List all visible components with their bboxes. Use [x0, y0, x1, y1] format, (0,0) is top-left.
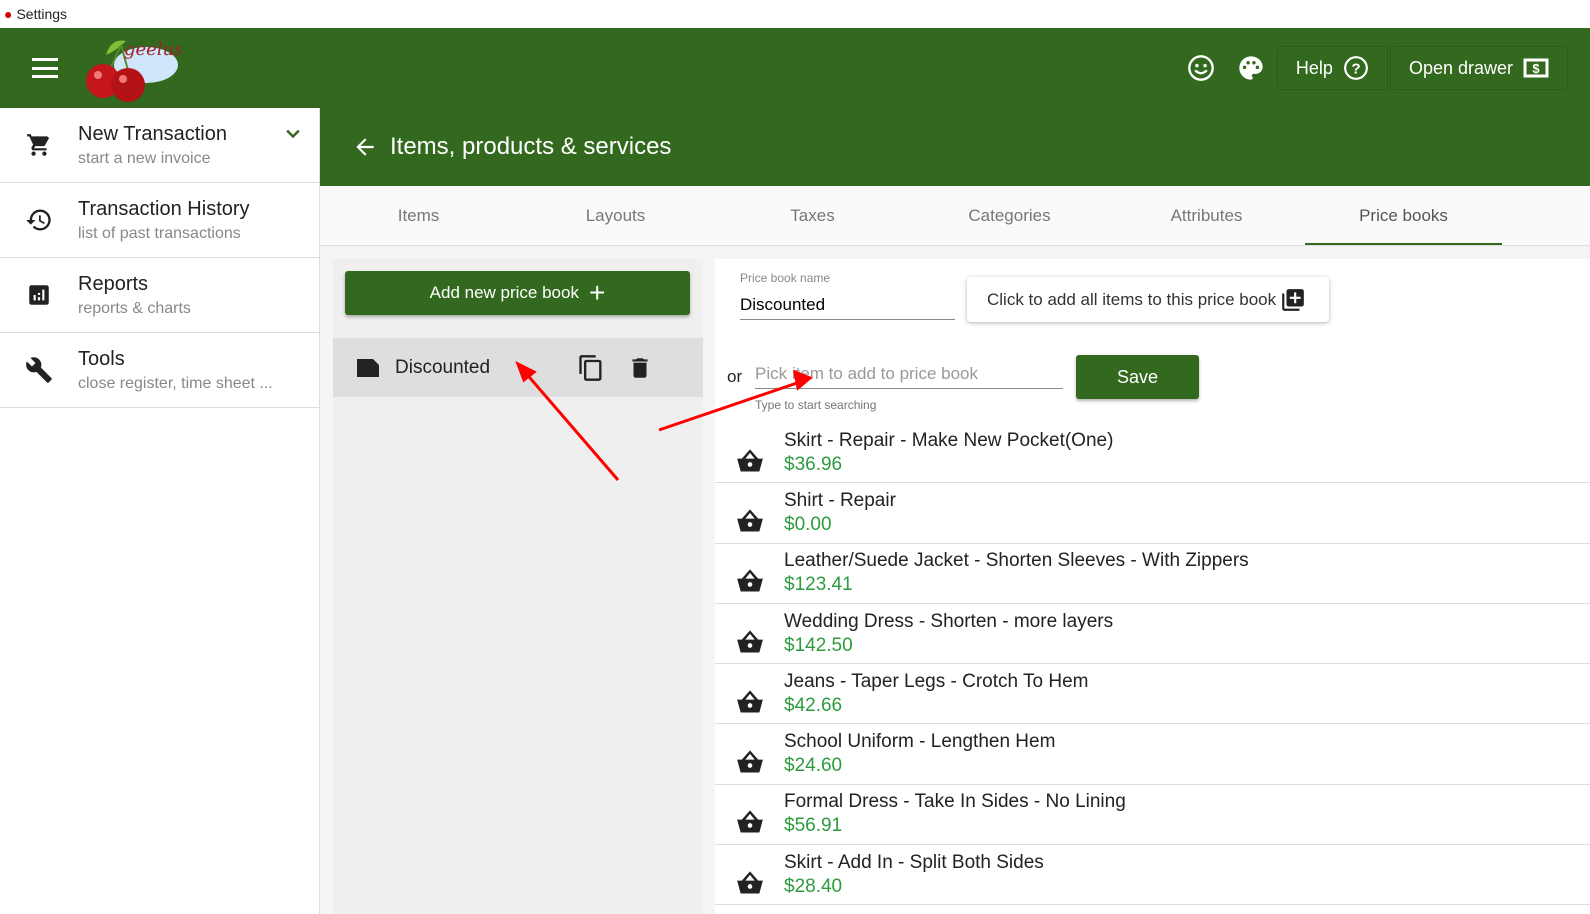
sidebar-item-transaction-history[interactable]: Transaction History list of past transact… — [0, 183, 319, 258]
palette-icon[interactable] — [1227, 46, 1275, 90]
sidebar-item-title: Transaction History — [78, 197, 250, 220]
add-all-items-button[interactable]: Click to add all items to this price boo… — [967, 277, 1329, 322]
top-bar: geelus Help? Open drawer $ — [0, 28, 1590, 108]
price-book-list-panel: Add new price book + Discounted — [333, 259, 703, 914]
sidebar-item-subtitle: list of past transactions — [78, 224, 241, 242]
tab-layouts[interactable]: Layouts — [517, 186, 714, 245]
pick-item-hint: Type to start searching — [755, 398, 877, 412]
item-name: Skirt - Add In - Split Both Sides — [784, 851, 1044, 873]
basket-icon — [715, 492, 784, 534]
price-book-editor: Price book name Click to add all items t… — [715, 259, 1590, 914]
sidebar-item-title: New Transaction — [78, 122, 227, 145]
price-book-name: Discounted — [395, 356, 491, 378]
sidebar-item-tools[interactable]: Tools close register, time sheet ... — [0, 333, 319, 408]
sidebar-item-subtitle: start a new invoice — [78, 149, 211, 167]
list-item[interactable]: Skirt - Repair - Make New Pocket(One) $36… — [715, 423, 1590, 484]
open-drawer-button[interactable]: Open drawer $ — [1389, 46, 1568, 90]
svg-text:$: $ — [1532, 61, 1540, 76]
open-drawer-label: Open drawer — [1408, 57, 1513, 78]
basket-icon — [715, 613, 784, 655]
plus-icon: + — [588, 277, 606, 308]
item-price: $0.00 — [784, 513, 832, 535]
item-name: Shirt - Repair — [784, 489, 896, 511]
item-price: $24.60 — [784, 755, 843, 777]
basket-icon — [715, 673, 784, 715]
item-price: $123.41 — [784, 574, 853, 596]
history-icon — [0, 206, 78, 234]
add-all-label: Click to add all items to this price boo… — [987, 289, 1277, 309]
help-button[interactable]: Help? — [1276, 46, 1388, 90]
sidebar-item-new-transaction[interactable]: New Transaction start a new invoice — [0, 108, 319, 183]
sidebar-item-title: Tools — [78, 347, 125, 370]
basket-icon — [715, 432, 784, 474]
label-icon — [357, 358, 379, 377]
sidebar-item-title: Reports — [78, 272, 149, 295]
page-title: Items, products & services — [390, 133, 672, 160]
price-book-item[interactable]: Discounted — [333, 338, 703, 397]
title-bar: ● Settings — [0, 0, 1590, 28]
list-item[interactable]: Skirt - Add In - Split Both Sides $28.40 — [715, 845, 1590, 906]
sidebar: New Transaction start a new invoice Trans… — [0, 108, 320, 914]
copy-icon[interactable] — [577, 354, 605, 382]
item-name: Wedding Dress - Shorten - more layers — [784, 610, 1114, 632]
list-item[interactable]: Leather/Suede Jacket - Shorten Sleeves -… — [715, 544, 1590, 604]
tab-items[interactable]: Items — [320, 186, 517, 245]
basket-icon — [715, 552, 784, 594]
svg-text:?: ? — [1351, 60, 1360, 77]
or-label: or — [727, 367, 743, 386]
menu-icon[interactable] — [32, 58, 58, 78]
price-book-name-label: Price book name — [740, 271, 831, 285]
tab-price-books[interactable]: Price books — [1305, 186, 1502, 245]
item-list: Skirt - Repair - Make New Pocket(One) $36… — [715, 423, 1590, 906]
add-price-book-button[interactable]: Add new price book + — [345, 271, 690, 315]
basket-icon — [715, 793, 784, 835]
cart-icon — [0, 132, 78, 158]
item-price: $142.50 — [784, 634, 853, 656]
list-item[interactable]: Formal Dress - Take In Sides - No Lining… — [715, 785, 1590, 846]
content-area: Add new price book + Discounted Price boo… — [320, 246, 1590, 914]
library-add-icon — [1282, 288, 1304, 311]
tab-categories[interactable]: Categories — [911, 186, 1108, 245]
pick-item-input[interactable] — [755, 359, 1063, 389]
price-book-name-input[interactable] — [740, 291, 955, 320]
smiley-icon[interactable] — [1177, 46, 1225, 90]
cherry-icon: ● — [4, 6, 13, 22]
list-item[interactable]: Shirt - Repair $0.00 — [715, 483, 1590, 544]
item-price: $42.66 — [784, 694, 843, 716]
chart-icon — [0, 282, 78, 308]
tab-bar: Items Layouts Taxes Categories Attribute… — [320, 186, 1590, 246]
wrench-icon — [0, 356, 78, 384]
tab-taxes[interactable]: Taxes — [714, 186, 911, 245]
help-label: Help — [1295, 57, 1333, 78]
item-name: Leather/Suede Jacket - Shorten Sleeves -… — [784, 550, 1249, 572]
list-item[interactable]: Jeans - Taper Legs - Crotch To Hem $42.66 — [715, 664, 1590, 725]
save-button[interactable]: Save — [1076, 355, 1199, 399]
list-item[interactable]: Wedding Dress - Shorten - more layers $14… — [715, 604, 1590, 665]
item-name: Formal Dress - Take In Sides - No Lining — [784, 791, 1126, 813]
add-price-book-label: Add new price book — [429, 283, 579, 302]
cash-drawer-icon: $ — [1523, 58, 1549, 78]
delete-icon[interactable] — [627, 355, 653, 381]
item-price: $56.91 — [784, 815, 843, 837]
svg-text:geelus: geelus — [124, 39, 181, 60]
help-icon: ? — [1344, 56, 1368, 80]
item-name: Skirt - Repair - Make New Pocket(One) — [784, 429, 1114, 451]
chevron-down-icon[interactable] — [283, 124, 303, 144]
item-price: $28.40 — [784, 875, 843, 897]
item-price: $36.96 — [784, 453, 843, 475]
logo: geelus — [76, 33, 183, 103]
page-header: Items, products & services — [320, 108, 1590, 186]
list-item[interactable]: School Uniform - Lengthen Hem $24.60 — [715, 724, 1590, 785]
window-title: Settings — [16, 6, 68, 22]
tab-attributes[interactable]: Attributes — [1108, 186, 1305, 245]
sidebar-item-subtitle: close register, time sheet ... — [78, 374, 273, 392]
back-arrow-icon[interactable] — [352, 134, 378, 160]
item-name: School Uniform - Lengthen Hem — [784, 731, 1056, 753]
sidebar-item-reports[interactable]: Reports reports & charts — [0, 258, 319, 333]
basket-icon — [715, 854, 784, 896]
sidebar-item-subtitle: reports & charts — [78, 299, 191, 317]
item-name: Jeans - Taper Legs - Crotch To Hem — [784, 670, 1089, 692]
basket-icon — [715, 733, 784, 775]
